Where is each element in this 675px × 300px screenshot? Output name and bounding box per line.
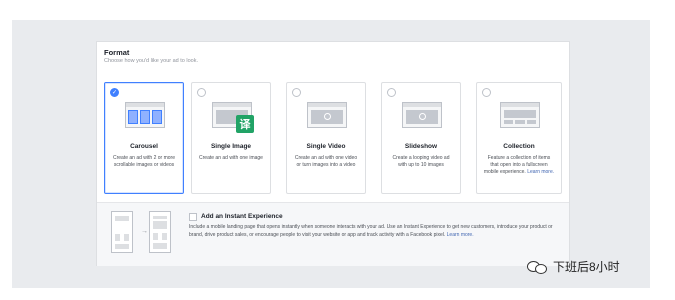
card-description: Create an ad with one image (199, 155, 263, 161)
radio-icon[interactable] (387, 88, 396, 97)
card-title: Single Video (306, 143, 346, 150)
collection-thumbnail-icon (500, 102, 540, 128)
format-card-slideshow[interactable]: Slideshow Create a looping video ad with… (381, 82, 461, 194)
format-card-collection[interactable]: Collection Feature a collection of items… (476, 82, 562, 194)
instant-experience-illustration-icon: → (111, 211, 177, 255)
instant-experience-section: → Add an Instant Experience Include a mo… (97, 202, 569, 266)
translate-badge-icon[interactable]: 译 (236, 115, 254, 133)
wechat-watermark: 下班后8小时 (527, 258, 620, 275)
video-thumbnail-icon (307, 102, 347, 128)
radio-icon[interactable] (197, 88, 206, 97)
watermark-text: 下班后8小时 (553, 260, 620, 274)
instant-experience-checkbox[interactable] (189, 213, 197, 221)
learn-more-link[interactable]: Learn more. (447, 232, 474, 238)
slideshow-thumbnail-icon (402, 102, 442, 128)
instant-experience-title: Add an Instant Experience (201, 213, 283, 220)
format-card-single-image[interactable]: Single Image Create an ad with one image (191, 82, 271, 194)
format-title: Format (104, 48, 130, 57)
card-title: Carousel (130, 143, 158, 150)
learn-more-link[interactable]: Learn more. (527, 169, 554, 175)
format-card-single-video[interactable]: Single Video Create an ad with one video… (286, 82, 366, 194)
card-description: Create an ad with 2 or more scrollable i… (113, 155, 175, 168)
card-title: Collection (503, 143, 535, 150)
card-title: Single Image (210, 143, 252, 150)
format-card-carousel[interactable]: ✓ Carousel Create an ad with 2 or more s… (104, 82, 184, 194)
format-subtitle: Choose how you'd like your ad to look. (104, 58, 198, 64)
radio-icon[interactable] (292, 88, 301, 97)
instant-experience-description-text: Include a mobile landing page that opens… (189, 224, 553, 238)
carousel-thumbnail-icon (125, 102, 165, 128)
radio-icon[interactable] (482, 88, 491, 97)
card-description: Create a looping video ad with up to 10 … (392, 155, 450, 168)
card-title: Slideshow (404, 143, 438, 150)
format-panel: Format Choose how you'd like your ad to … (96, 41, 570, 266)
radio-selected-icon[interactable]: ✓ (110, 88, 119, 97)
card-description: Feature a collection of items that open … (483, 155, 555, 176)
instant-experience-description: Include a mobile landing page that opens… (189, 224, 559, 239)
card-description: Create an ad with one video or turn imag… (294, 155, 358, 168)
wechat-icon (527, 259, 549, 275)
